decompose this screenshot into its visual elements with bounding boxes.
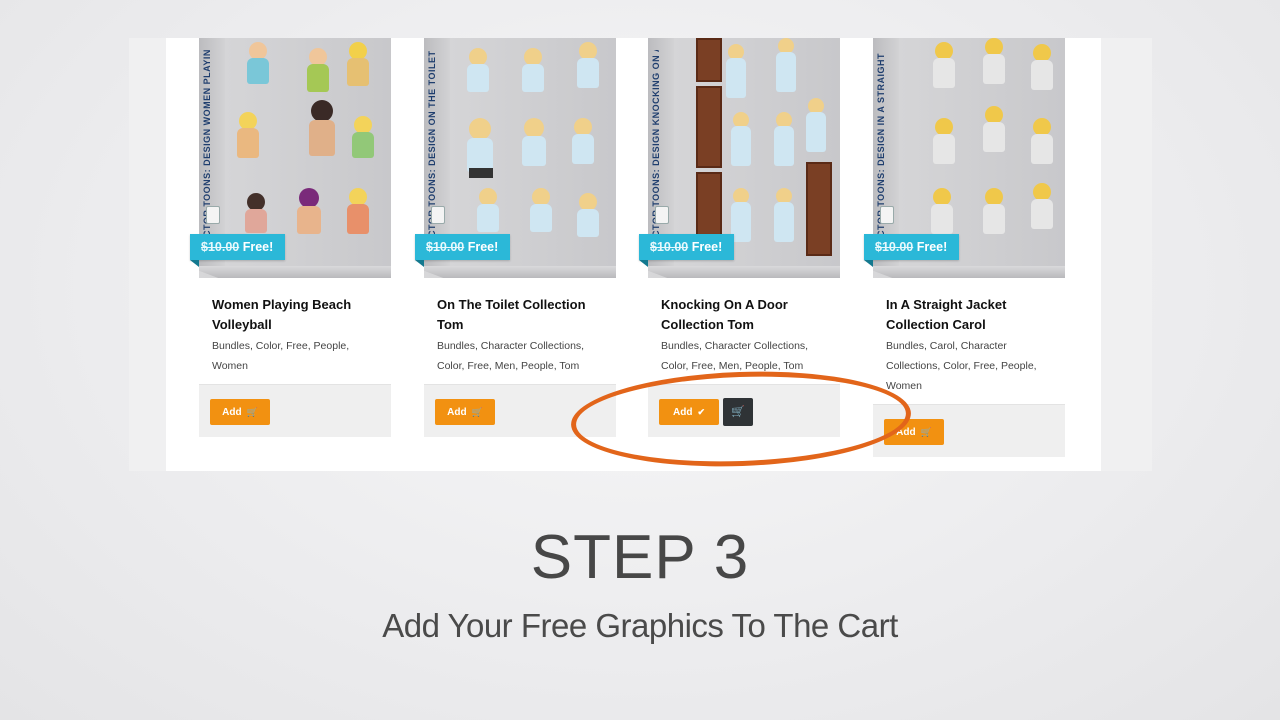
old-price: $10.00: [875, 240, 914, 254]
logo-icon: [880, 206, 894, 224]
product-title[interactable]: On The Toilet Collection Tom: [437, 295, 607, 335]
slide-title: STEP 3: [530, 523, 750, 592]
door-illustration: [696, 86, 722, 168]
product-actions: Add 🛒: [199, 384, 391, 437]
add-button-label: Add: [673, 407, 693, 418]
price-label: Free!: [467, 240, 499, 254]
added-to-cart-button[interactable]: Add ✔: [659, 399, 719, 425]
product-tags[interactable]: Bundles, Carol, Character Collections, C…: [886, 336, 1061, 396]
product-tags[interactable]: Bundles, Character Collections, Color, F…: [661, 336, 836, 376]
cover-edge: [873, 266, 1065, 278]
product-actions: Add 🛒: [873, 404, 1065, 457]
price-ribbon: $10.00 Free!: [415, 234, 510, 267]
door-illustration: [806, 162, 832, 256]
website-screenshot: VECTOR TOONS: DESIGN WOMEN PLAYING BEACH…: [129, 38, 1152, 471]
add-button-label: Add: [447, 407, 467, 418]
price-label: Free!: [691, 240, 723, 254]
door-illustration: [696, 38, 722, 82]
add-to-cart-button[interactable]: Add 🛒: [210, 399, 270, 425]
product-tags[interactable]: Bundles, Color, Free, People, Women: [212, 336, 387, 376]
product-actions: Add 🛒: [424, 384, 616, 437]
old-price: $10.00: [201, 240, 240, 254]
cover-edge: [424, 266, 616, 278]
product-title[interactable]: In A Straight Jacket Collection Carol: [886, 295, 1056, 335]
product-title[interactable]: Knocking On A Door Collection Tom: [661, 295, 831, 335]
product-tags[interactable]: Bundles, Character Collections, Color, F…: [437, 336, 612, 376]
add-button-label: Add: [896, 427, 916, 438]
old-price: $10.00: [650, 240, 689, 254]
logo-icon: [431, 206, 445, 224]
cart-icon: 🛒: [920, 427, 932, 437]
product-grid: VECTOR TOONS: DESIGN WOMEN PLAYING BEACH…: [166, 38, 1101, 471]
price-ribbon: $10.00 Free!: [864, 234, 959, 267]
cart-icon: 🛒: [246, 407, 258, 417]
price-label: Free!: [916, 240, 948, 254]
slide-subtitle: Add Your Free Graphics To The Cart: [382, 607, 898, 644]
add-to-cart-button[interactable]: Add 🛒: [884, 419, 944, 445]
cover-edge: [199, 266, 391, 278]
old-price: $10.00: [426, 240, 465, 254]
logo-icon: [206, 206, 220, 224]
cover-edge: [648, 266, 840, 278]
add-button-label: Add: [222, 407, 242, 418]
price-label: Free!: [242, 240, 274, 254]
product-actions: Add ✔ 🛒: [648, 384, 840, 437]
check-icon: ✔: [697, 407, 705, 417]
logo-icon: [655, 206, 669, 224]
price-ribbon: $10.00 Free!: [639, 234, 734, 267]
price-ribbon: $10.00 Free!: [190, 234, 285, 267]
product-title[interactable]: Women Playing Beach Volleyball: [212, 295, 382, 335]
cart-icon: 🛒: [471, 407, 483, 417]
shopping-cart-icon: 🛒: [731, 406, 745, 418]
view-cart-button[interactable]: 🛒: [723, 398, 753, 426]
add-to-cart-button[interactable]: Add 🛒: [435, 399, 495, 425]
